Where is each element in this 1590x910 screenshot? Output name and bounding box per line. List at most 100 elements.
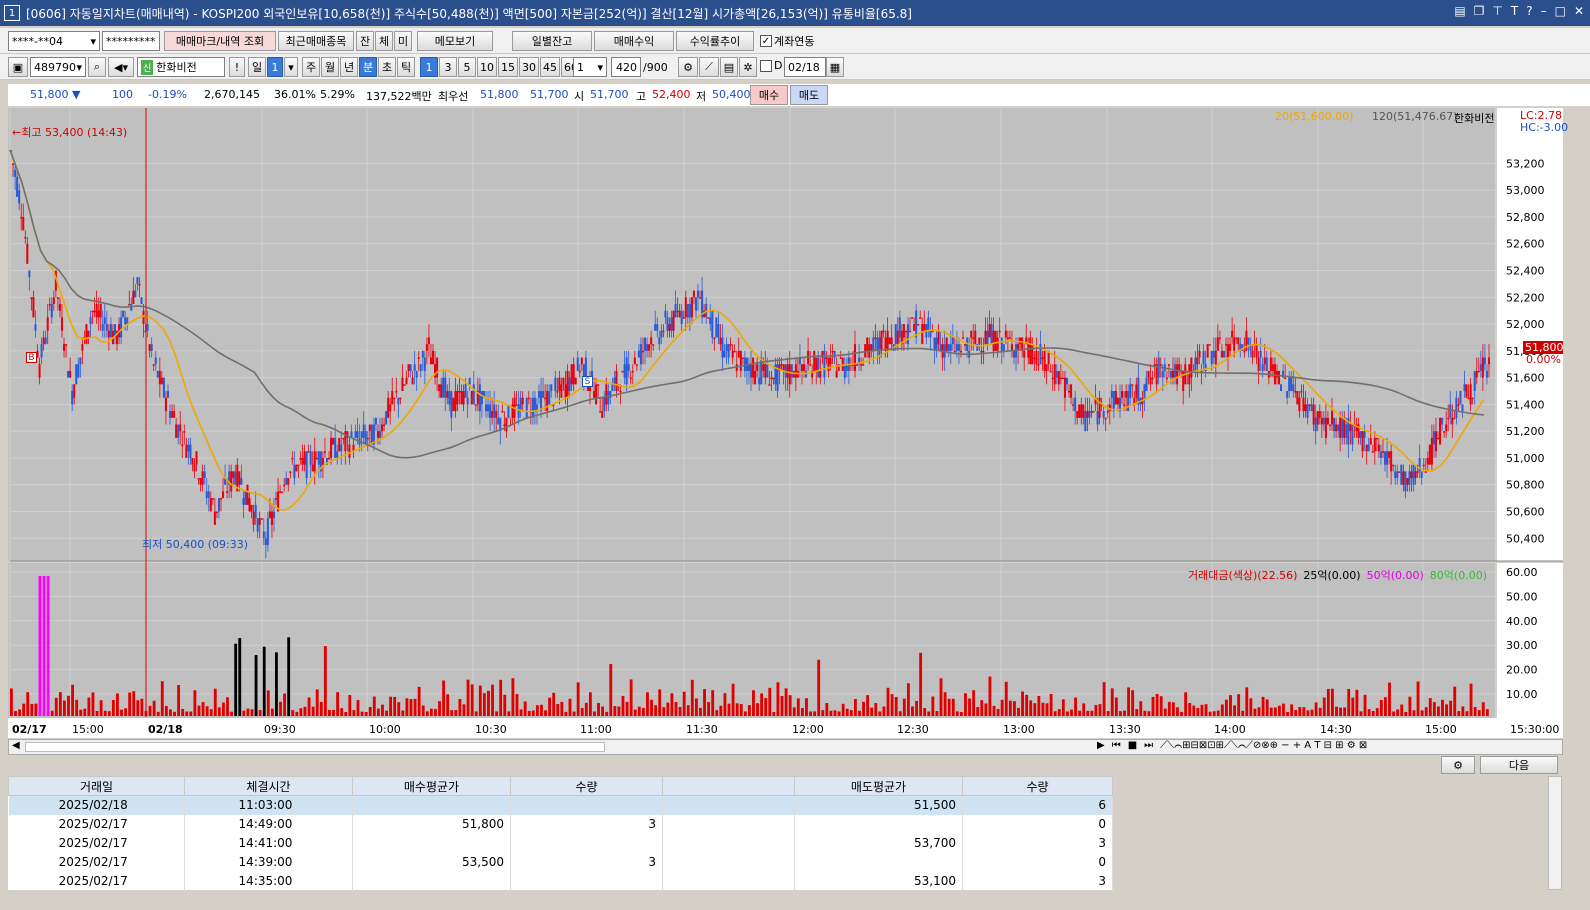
next-button[interactable]: 다음 bbox=[1480, 756, 1558, 774]
table-row[interactable]: 2025/02/17 14:49:00 51,800 3 0 bbox=[8, 814, 1113, 834]
candle-body bbox=[1343, 417, 1346, 438]
candle-body bbox=[309, 451, 312, 465]
volume-bar bbox=[540, 704, 543, 716]
chart-scrollbar[interactable]: ◀ ▶ ⏮ ■ ⏭ ⟋⟍⌒⊞⊟⊠⊡⊞⟋⟍⌒⟋⊘⊗⊕ − + A T ⊟ ⊞ ⚙ ⊠ bbox=[8, 739, 1563, 755]
candle-body bbox=[374, 417, 377, 425]
column-header[interactable]: 수량 bbox=[510, 776, 663, 796]
volume-bar bbox=[103, 710, 107, 716]
volume-bar bbox=[262, 646, 266, 716]
volume-bar bbox=[63, 700, 66, 716]
volume-bar bbox=[760, 693, 764, 716]
candle-body bbox=[1051, 377, 1054, 380]
candle-body bbox=[1471, 397, 1474, 400]
table-scrollbar[interactable] bbox=[1548, 776, 1562, 890]
volume-bar bbox=[438, 701, 441, 716]
candle-body bbox=[1361, 431, 1364, 452]
candle-body bbox=[354, 431, 357, 438]
column-header[interactable]: 수량 bbox=[962, 776, 1113, 796]
candle-body bbox=[1227, 344, 1230, 358]
candle-body bbox=[525, 397, 528, 418]
candle-body bbox=[1294, 391, 1297, 393]
candle-body bbox=[169, 411, 172, 418]
volume-bar bbox=[50, 710, 54, 716]
volume-bar bbox=[148, 705, 152, 716]
candle-body bbox=[1284, 377, 1287, 380]
candle-body bbox=[289, 471, 292, 473]
candle-body bbox=[533, 397, 536, 412]
volume-bar bbox=[1110, 688, 1114, 716]
settings-gear-icon[interactable]: ⚙ bbox=[1441, 756, 1475, 774]
candle-body bbox=[758, 377, 761, 385]
hc-value: HC:-3.00 bbox=[1520, 121, 1569, 134]
stop-icon[interactable]: ■ bbox=[1128, 740, 1137, 751]
candle-body bbox=[301, 457, 304, 465]
volume-bar bbox=[1000, 699, 1004, 716]
volume-bar bbox=[1033, 703, 1037, 716]
candle-body bbox=[957, 344, 960, 351]
play-icon[interactable]: ▶ bbox=[1097, 740, 1105, 751]
volume-bar bbox=[352, 710, 356, 716]
candle-body bbox=[1345, 424, 1348, 438]
volume-bar bbox=[1114, 697, 1118, 716]
candle-body bbox=[962, 337, 965, 339]
candle-body bbox=[715, 317, 718, 338]
candle-body bbox=[607, 391, 610, 405]
buy-marker[interactable]: B bbox=[26, 352, 37, 363]
candle-body bbox=[1149, 377, 1152, 385]
column-header[interactable]: 매수평균가 bbox=[352, 776, 511, 796]
column-header[interactable]: 체결시간 bbox=[184, 776, 353, 796]
candle-body bbox=[866, 337, 869, 351]
candle-body bbox=[124, 317, 127, 325]
candle-body bbox=[1335, 424, 1338, 432]
draw-tools-icon[interactable]: ⟋⟍⌒⊞⊟⊠⊡⊞⟋⟍⌒⟋⊘⊗⊕ − + A T ⊟ ⊞ ⚙ ⊠ bbox=[1160, 740, 1367, 751]
volume-bar bbox=[686, 705, 690, 716]
candle-body bbox=[20, 216, 23, 219]
volume-bar bbox=[723, 693, 727, 716]
scroll-thumb[interactable] bbox=[25, 742, 605, 752]
candle-body bbox=[489, 404, 492, 418]
table-row[interactable]: 2025/02/18 11:03:00 51,500 6 bbox=[8, 795, 1113, 815]
table-row[interactable]: 2025/02/17 14:41:00 53,700 3 bbox=[8, 833, 1113, 853]
table-row[interactable]: 2025/02/17 14:35:00 53,100 3 bbox=[8, 871, 1113, 891]
volume-bar bbox=[1306, 710, 1310, 716]
volume-bar bbox=[160, 681, 164, 716]
volume-bar bbox=[26, 692, 30, 716]
volume-bar bbox=[173, 711, 176, 716]
volume-bar bbox=[1025, 694, 1029, 716]
time-tick-label: 14:30 bbox=[1320, 723, 1352, 736]
sell-marker[interactable]: S bbox=[582, 376, 593, 387]
time-end-label: 15:30:00 bbox=[1510, 723, 1559, 736]
candle-body bbox=[366, 437, 369, 440]
candle-body bbox=[436, 357, 439, 378]
candle-body bbox=[383, 424, 386, 426]
volume-bar bbox=[30, 703, 34, 716]
column-header[interactable]: 매도평균가 bbox=[794, 776, 963, 796]
column-header[interactable]: 거래일 bbox=[8, 776, 185, 796]
volume-bar bbox=[107, 711, 111, 716]
volume-bar bbox=[1294, 710, 1298, 716]
column-header[interactable] bbox=[662, 776, 795, 796]
candle-body bbox=[1469, 384, 1472, 405]
volume-bar bbox=[1155, 693, 1159, 716]
forward-icon[interactable]: ⏭ bbox=[1144, 740, 1153, 751]
candle-body bbox=[1143, 384, 1146, 398]
candle-body bbox=[313, 451, 316, 472]
candle-body bbox=[1420, 471, 1423, 479]
candle-body bbox=[307, 451, 310, 453]
candle-body bbox=[460, 391, 463, 405]
candle-body bbox=[40, 344, 43, 358]
scroll-left-icon[interactable]: ◀ bbox=[12, 740, 20, 751]
table-row[interactable]: 2025/02/17 14:39:00 53,500 3 0 bbox=[8, 852, 1113, 872]
candle-body bbox=[1247, 337, 1250, 345]
candle-body bbox=[505, 417, 508, 432]
candle-body bbox=[185, 444, 188, 458]
volume-bar bbox=[14, 711, 17, 716]
candle-body bbox=[1392, 464, 1395, 467]
candle-body bbox=[1068, 391, 1071, 393]
rewind-icon[interactable]: ⏮ bbox=[1112, 740, 1121, 751]
volume-bar bbox=[780, 696, 784, 716]
candle-body bbox=[841, 357, 844, 371]
volume-bar bbox=[825, 703, 829, 716]
candle-body bbox=[870, 344, 873, 351]
ma20-line bbox=[9, 149, 1485, 511]
